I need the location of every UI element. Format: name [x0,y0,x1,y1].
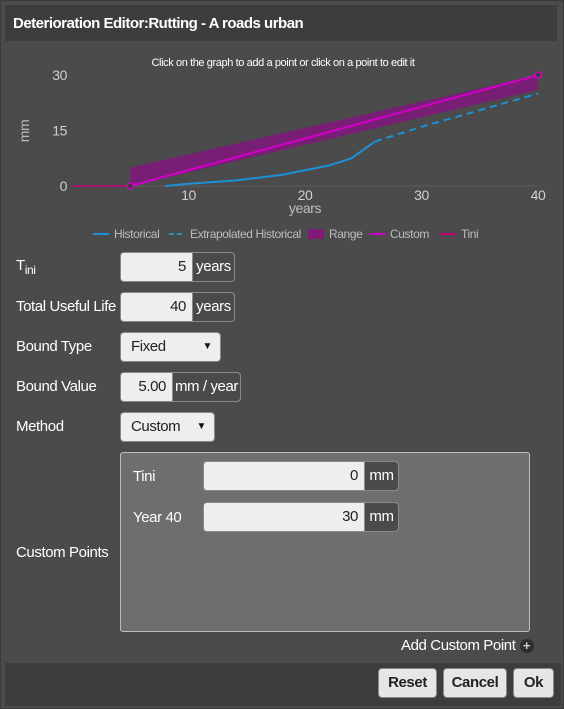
ok-button[interactable]: Ok [513,668,554,698]
tini-label: Tini [16,257,36,277]
legend-item-label: Tini [461,227,478,241]
custom-point-input[interactable]: 30 [204,503,365,531]
deterioration-chart[interactable]: Click on the graph to add a point or cli… [1,51,564,251]
tini-label-main: T [16,257,25,274]
legend-item-label: Extrapolated Historical [190,227,301,241]
plot-area[interactable] [72,71,542,190]
chevron-down-icon: ▼ [196,421,207,432]
y-tick-label: 30 [52,67,67,83]
plus-icon[interactable]: + [519,638,534,653]
x-tick-label: 20 [298,187,313,203]
total-useful-life-input[interactable]: 40 [121,293,193,321]
total-useful-life-label: Total Useful Life [16,298,116,315]
bound-value-input-group: 5.00 mm / year [120,372,241,402]
reset-button[interactable]: Reset [378,668,437,698]
x-tick-label: 10 [181,187,196,203]
y-axis-label: mm [16,120,32,143]
tini-input[interactable]: 5 [121,253,193,281]
y-ticks: 30 15 0 [52,67,68,194]
custom-point-input[interactable]: 0 [204,462,365,490]
dialog-title: Deterioration Editor:Rutting - A roads u… [13,15,304,32]
custom-point-label: Tini [133,468,156,485]
custom-point-unit: mm [365,462,398,490]
method-value: Custom [131,418,181,435]
chevron-down-icon: ▼ [202,341,213,352]
add-custom-point-link[interactable]: Add Custom Point + [401,637,534,654]
bound-value-unit: mm / year [173,373,240,401]
custom-series-line [129,74,539,187]
custom-points-label: Custom Points [16,544,109,561]
chart-legend: Historical Extrapolated Historical Range Cu… [93,227,479,241]
method-label: Method [16,418,64,435]
cancel-button[interactable]: Cancel [443,668,507,698]
custom-point-marker[interactable] [534,71,542,79]
method-select[interactable]: Custom ▼ [120,412,215,442]
y-tick-label: 0 [60,178,68,194]
dialog-titlebar: Deterioration Editor:Rutting - A roads u… [5,5,557,41]
custom-point-input-group: 0 mm [203,461,399,491]
legend-item-label: Range [329,227,363,241]
x-tick-label: 40 [531,187,546,203]
legend-item-label: Custom [390,227,429,241]
custom-point-unit: mm [365,503,398,531]
deterioration-editor-dialog: Deterioration Editor:Rutting - A roads u… [0,0,564,709]
custom-point-input-group: 30 mm [203,502,399,532]
legend-swatch [308,229,324,239]
total-useful-life-unit: years [193,293,234,321]
y-tick-label: 15 [52,123,67,139]
bound-type-label: Bound Type [16,338,92,355]
bound-type-value: Fixed [131,338,166,355]
bound-type-select[interactable]: Fixed ▼ [120,332,221,362]
add-custom-point-label: Add Custom Point [401,637,516,654]
custom-point-marker[interactable] [126,182,134,190]
chart-svg[interactable]: Click on the graph to add a point or cli… [1,51,564,251]
bound-value-label: Bound Value [16,378,97,395]
tini-label-sub: ini [24,263,36,277]
bound-value-input[interactable]: 5.00 [121,373,173,401]
x-tick-label: 30 [414,187,429,203]
custom-points-panel: Tini 0 mm Year 40 30 mm [120,452,530,632]
total-useful-life-input-group: 40 years [120,292,235,322]
tini-unit: years [193,253,234,281]
tini-input-group: 5 years [120,252,235,282]
legend-item-label: Historical [114,227,159,241]
custom-point-label: Year 40 [133,509,182,526]
x-ticks: 10 20 30 40 [181,187,546,203]
chart-hint: Click on the graph to add a point or cli… [151,57,414,69]
